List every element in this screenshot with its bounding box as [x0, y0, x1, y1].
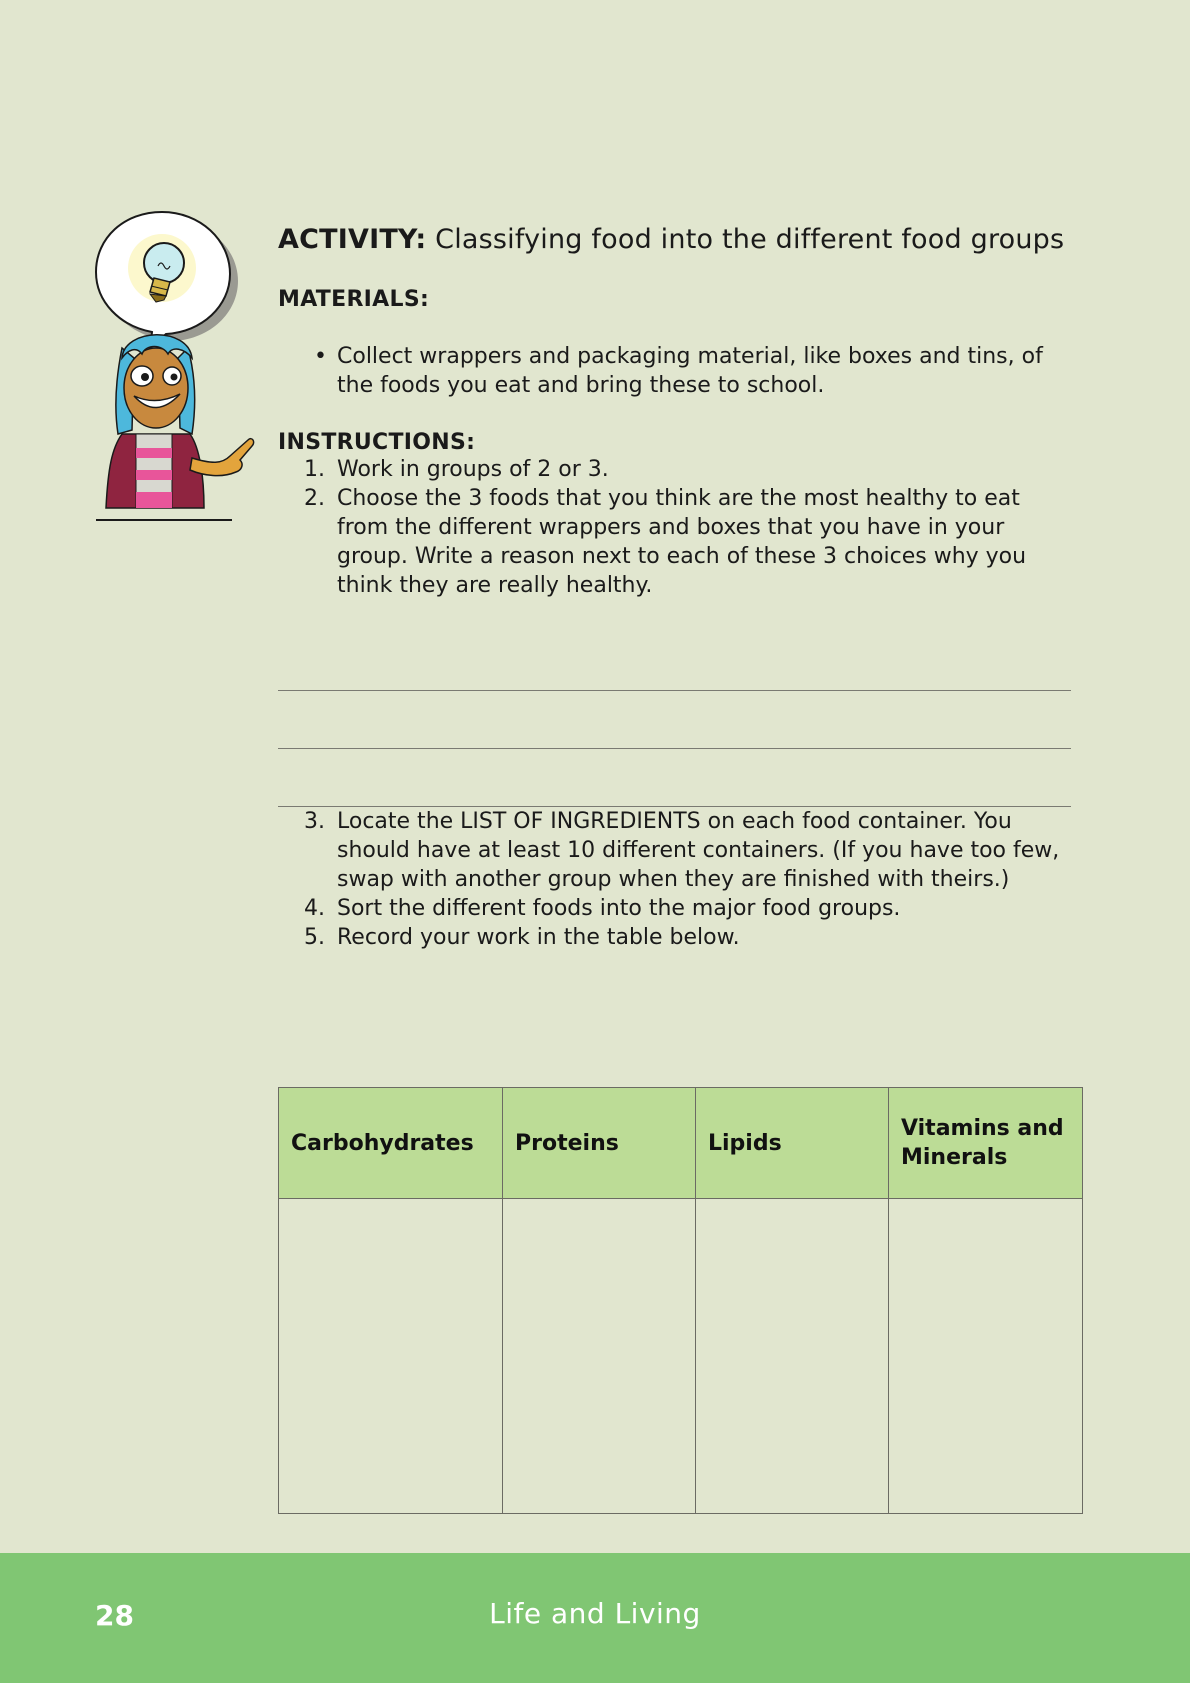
activity-content: ACTIVITY: Classifying food into the diff…	[278, 225, 1078, 952]
step-number: 3.	[304, 809, 325, 834]
materials-list: • Collect wrappers and packaging materia…	[278, 342, 1078, 400]
step-text: Locate the LIST OF INGREDIENTS on each f…	[337, 809, 1060, 892]
header-lipids: Lipids	[695, 1087, 889, 1199]
page-footer: 28 Life and Living	[0, 1553, 1190, 1683]
materials-item-text: Collect wrappers and packaging material,…	[337, 344, 1043, 398]
food-groups-table: Carbohydrates Proteins Lipids Vitamins a…	[278, 1087, 1083, 1514]
materials-heading: MATERIALS:	[278, 287, 430, 312]
activity-title: ACTIVITY: Classifying food into the diff…	[278, 225, 1078, 255]
list-item: 5. Record your work in the table below.	[278, 923, 1078, 952]
table-cell-vitamins-and-minerals[interactable]	[888, 1198, 1083, 1514]
header-carbohydrates: Carbohydrates	[278, 1087, 503, 1199]
table-cell-proteins[interactable]	[502, 1198, 696, 1514]
bullet-icon: •	[314, 344, 327, 369]
list-item: 2. Choose the 3 foods that you think are…	[278, 484, 1078, 600]
girl-character-illustration	[94, 210, 255, 521]
header-proteins: Proteins	[502, 1087, 696, 1199]
list-item: 4. Sort the different foods into the maj…	[278, 894, 1078, 923]
answer-line[interactable]	[278, 691, 1071, 749]
table-header-row: Carbohydrates Proteins Lipids Vitamins a…	[278, 1087, 1083, 1199]
answer-lines	[278, 634, 1071, 807]
table-row	[278, 1198, 1083, 1514]
table-cell-carbohydrates[interactable]	[278, 1198, 503, 1514]
list-item: • Collect wrappers and packaging materia…	[278, 342, 1078, 400]
step-number: 5.	[304, 925, 325, 950]
answer-line[interactable]	[278, 634, 1071, 691]
instructions-list: 1. Work in groups of 2 or 3. 2. Choose t…	[278, 455, 1078, 600]
activity-label: ACTIVITY:	[278, 224, 427, 255]
step-text: Sort the different foods into the major …	[337, 896, 901, 921]
instructions-heading: INSTRUCTIONS:	[278, 430, 476, 455]
step-text: Work in groups of 2 or 3.	[337, 457, 609, 482]
step-text: Record your work in the table below.	[337, 925, 740, 950]
table-cell-lipids[interactable]	[695, 1198, 889, 1514]
footer-title: Life and Living	[489, 1597, 701, 1630]
step-number: 2.	[304, 486, 325, 511]
list-item: 3. Locate the LIST OF INGREDIENTS on eac…	[278, 807, 1078, 894]
step-number: 1.	[304, 457, 325, 482]
answer-line[interactable]	[278, 749, 1071, 807]
list-item: 1. Work in groups of 2 or 3.	[278, 455, 1078, 484]
step-text: Choose the 3 foods that you think are th…	[337, 486, 1027, 598]
header-vitamins-and-minerals: Vitamins and Minerals	[888, 1087, 1083, 1199]
instructions-list-continued: 3. Locate the LIST OF INGREDIENTS on eac…	[278, 807, 1078, 952]
girl-with-idea-illustration	[92, 208, 262, 528]
activity-title-text: Classifying food into the different food…	[435, 224, 1065, 255]
step-number: 4.	[304, 896, 325, 921]
